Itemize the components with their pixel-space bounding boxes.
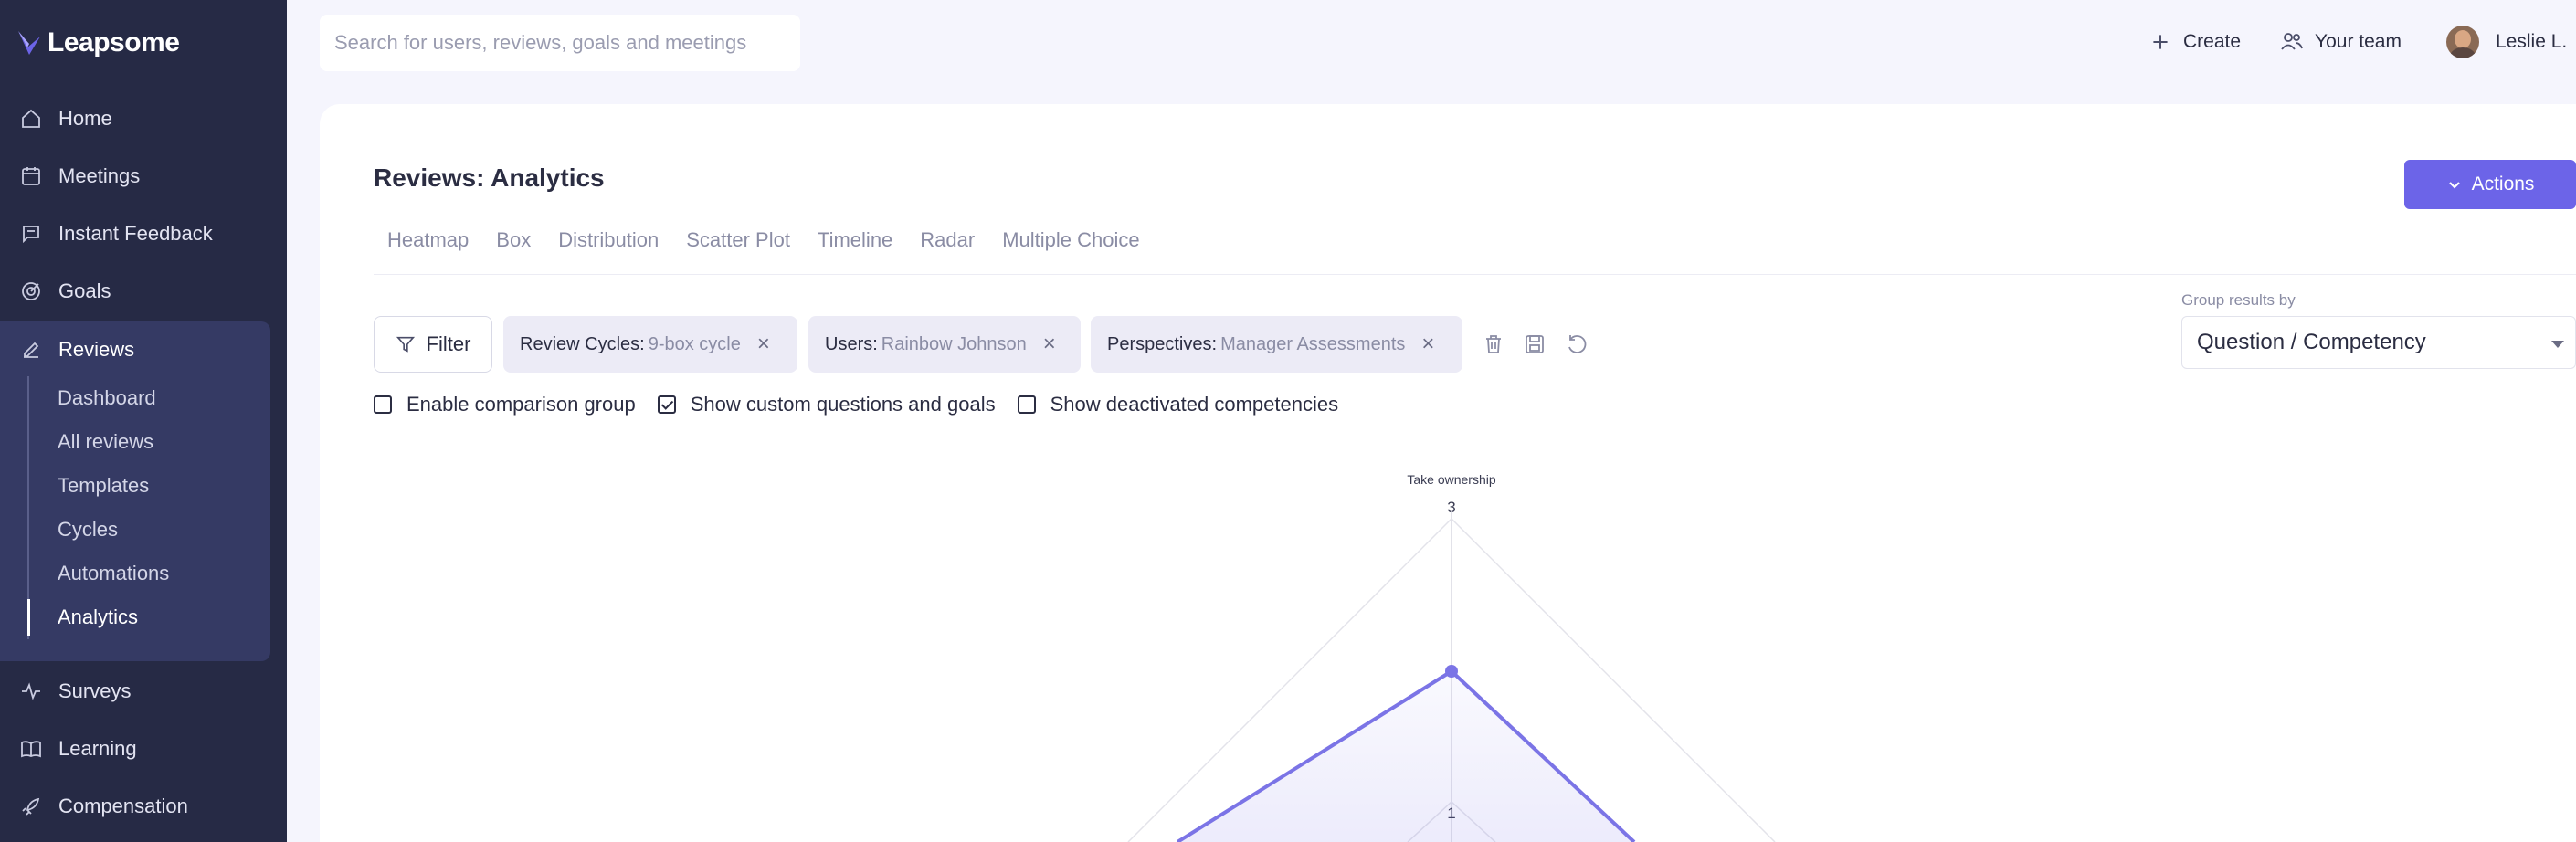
sidebar-item-label: Learning	[58, 737, 137, 760]
logo-text: Leapsome	[48, 27, 180, 58]
sidebar-item-label: Instant Feedback	[58, 222, 213, 245]
radar-point	[1445, 665, 1458, 678]
sidebar-item-surveys[interactable]: Surveys	[0, 663, 287, 720]
create-button[interactable]: Create	[2148, 24, 2241, 60]
sidebar-item-label: Home	[58, 107, 112, 130]
plus-icon	[2153, 35, 2168, 49]
search-bar[interactable]	[320, 15, 800, 71]
create-label: Create	[2183, 31, 2242, 52]
your-team-label: Your team	[2315, 31, 2402, 52]
calendar-icon	[22, 167, 40, 185]
user-menu[interactable]: Leslie L.	[2446, 24, 2567, 60]
rocket-icon	[22, 797, 40, 816]
sidebar-item-meetings[interactable]: Meetings	[0, 148, 287, 205]
sub-item-all-reviews[interactable]: All reviews	[29, 420, 256, 464]
avatar	[2446, 26, 2479, 58]
reviews-sub-list: Dashboard All reviews Templates Cycles A…	[27, 376, 256, 639]
home-icon	[22, 109, 40, 128]
logo[interactable]: Leapsome	[16, 27, 180, 58]
team-icon	[2281, 33, 2303, 50]
sidebar-item-reviews[interactable]: Reviews	[0, 321, 270, 378]
sidebar-item-label: Reviews	[58, 338, 135, 361]
sub-item-dashboard[interactable]: Dashboard	[29, 376, 256, 420]
sub-item-templates[interactable]: Templates	[29, 464, 256, 508]
sidebar-item-goals[interactable]: Goals	[0, 263, 287, 320]
your-team-button[interactable]: Your team	[2280, 24, 2402, 60]
sidebar-item-learning[interactable]: Learning	[0, 721, 287, 777]
main-card: Reviews: Analytics Actions Heatmap Box D…	[320, 104, 2576, 842]
pulse-icon	[22, 682, 40, 700]
sidebar-item-instant-feedback[interactable]: Instant Feedback	[0, 205, 287, 262]
sub-item-analytics[interactable]: Analytics	[27, 595, 256, 639]
search-input[interactable]	[334, 31, 800, 55]
target-icon	[22, 282, 40, 300]
user-name: Leslie L.	[2496, 31, 2568, 52]
sidebar-item-label: Compensation	[58, 795, 188, 817]
sidebar-item-label: Goals	[58, 279, 111, 302]
axis-label: Take ownership	[1407, 472, 1495, 487]
reviews-group: Reviews Dashboard All reviews Templates …	[0, 321, 270, 661]
sidebar-item-home[interactable]: Home	[0, 90, 287, 147]
sidebar-item-label: Surveys	[58, 679, 132, 702]
book-icon	[21, 741, 41, 758]
radar-chart: Take ownership 3 1	[1127, 472, 1776, 842]
sub-item-automations[interactable]: Automations	[29, 552, 256, 595]
feedback-icon	[23, 226, 39, 244]
radar-area	[1177, 671, 1634, 842]
sidebar-item-label: Meetings	[58, 164, 141, 187]
sidebar-item-compensation[interactable]: Compensation	[0, 778, 287, 835]
sidebar: Leapsome Home Meetings Instant Feedback …	[0, 0, 287, 842]
radar-series	[1176, 665, 1636, 842]
leapsome-logo-icon	[18, 31, 40, 55]
sub-item-cycles[interactable]: Cycles	[29, 508, 256, 552]
edit-icon	[24, 342, 39, 358]
